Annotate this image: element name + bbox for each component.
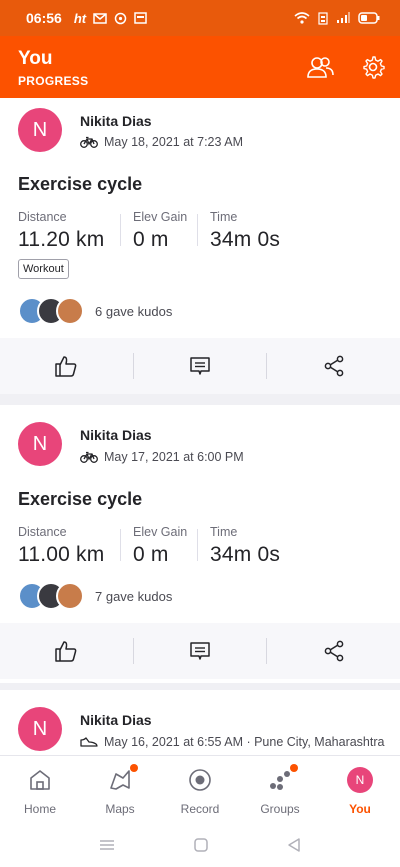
nav-record[interactable]: Record [160, 756, 240, 823]
notification-badge [130, 764, 138, 772]
stat-divider [197, 214, 198, 246]
nav-label: Home [23, 802, 56, 816]
nav-home[interactable]: Home [0, 756, 80, 823]
stat-divider [120, 214, 121, 246]
status-time: 06:56 [26, 10, 62, 26]
athlete-name[interactable]: Nikita Dias [80, 113, 152, 129]
nav-groups[interactable]: Groups [240, 756, 320, 823]
comment-icon [190, 642, 210, 660]
comment-button[interactable] [134, 338, 267, 394]
kudos-button[interactable] [0, 338, 133, 394]
system-nav-bar [0, 823, 400, 867]
groups-icon [270, 771, 290, 790]
stat-elev-gain: Elev Gain 0 m [133, 210, 188, 251]
activity-meta: May 18, 2021 at 7:23 AM [80, 135, 243, 149]
kudos-avatar [56, 582, 84, 610]
activity-card[interactable]: N Nikita Dias May 16, 2021 at 6:55 AM · … [0, 690, 400, 755]
record-icon [189, 769, 211, 791]
share-icon [324, 640, 344, 662]
thumbs-up-icon [55, 356, 77, 377]
stat-divider [197, 529, 198, 561]
activity-date: May 17, 2021 at 6:00 PM [104, 450, 244, 464]
stat-distance: Distance 11.20 km [18, 210, 105, 251]
stat-time: Time 34m 0s [210, 210, 281, 251]
tab-progress[interactable]: PROGRESS [18, 74, 88, 88]
bicycle-icon [80, 136, 98, 148]
app-header: You PROGRESS [0, 36, 400, 98]
athlete-name[interactable]: Nikita Dias [80, 427, 152, 443]
athlete-avatar[interactable]: N [18, 422, 62, 466]
kudos-count[interactable]: 6 gave kudos [95, 304, 172, 319]
nav-maps[interactable]: Maps [80, 756, 160, 823]
people-icon [307, 57, 334, 78]
activity-actions [0, 338, 400, 394]
activity-meta: May 16, 2021 at 6:55 AM · Pune City, Mah… [80, 735, 384, 749]
menu-icon[interactable] [98, 838, 116, 852]
bicycle-icon [80, 451, 98, 463]
activity-feed[interactable]: N Nikita Dias May 18, 2021 at 7:23 AM Ex… [0, 98, 400, 755]
map-icon [110, 770, 130, 790]
notification-badge [290, 764, 298, 772]
nav-you[interactable]: N You [320, 756, 400, 823]
share-button[interactable] [267, 338, 400, 394]
app-notification-icon [114, 12, 127, 24]
activity-title[interactable]: Exercise cycle [18, 174, 142, 195]
athlete-avatar[interactable]: N [18, 707, 62, 751]
gear-icon [363, 56, 385, 79]
activity-title[interactable]: Exercise cycle [18, 489, 142, 510]
kudos-avatar [56, 297, 84, 325]
activity-date: May 18, 2021 at 7:23 AM [104, 135, 243, 149]
ht-app-icon: ht [73, 10, 87, 26]
kudos-row[interactable]: 6 gave kudos [18, 297, 172, 325]
stat-time: Time 34m 0s [210, 525, 281, 566]
kudos-count[interactable]: 7 gave kudos [95, 589, 172, 604]
workout-tag: Workout [18, 259, 69, 279]
volte-icon [318, 11, 328, 25]
activity-card[interactable]: N Nikita Dias May 18, 2021 at 7:23 AM Ex… [0, 98, 400, 394]
kudos-button[interactable] [0, 623, 133, 679]
signal-icon [337, 12, 350, 23]
thumbs-up-icon [55, 641, 77, 662]
stat-divider [120, 529, 121, 561]
shoe-icon [80, 737, 98, 747]
activity-card[interactable]: N Nikita Dias May 17, 2021 at 6:00 PM Ex… [0, 405, 400, 683]
back-icon[interactable] [286, 837, 302, 853]
athlete-name[interactable]: Nikita Dias [80, 712, 152, 728]
status-bar: 06:56 ht [0, 0, 400, 36]
share-button[interactable] [267, 623, 400, 679]
mail-icon [93, 12, 107, 24]
activity-meta: May 17, 2021 at 6:00 PM [80, 450, 244, 464]
page-title: You [18, 48, 53, 69]
stat-distance: Distance 11.00 km [18, 525, 105, 566]
nav-label: You [349, 802, 371, 816]
home-icon [30, 770, 50, 790]
find-friends-button[interactable] [305, 52, 335, 82]
athlete-avatar[interactable]: N [18, 108, 62, 152]
wifi-icon [294, 12, 310, 24]
nav-label: Record [180, 802, 220, 816]
activity-actions [0, 623, 400, 679]
battery-icon [358, 12, 380, 24]
avatar: N [347, 767, 373, 793]
comment-button[interactable] [134, 623, 267, 679]
nav-label: Groups [260, 802, 300, 816]
bottom-nav: Home Maps Record Groups N You [0, 755, 400, 823]
activity-date: May 16, 2021 at 6:55 AM · Pune City, Mah… [104, 735, 385, 749]
nav-label: Maps [105, 802, 135, 816]
kudos-row[interactable]: 7 gave kudos [18, 582, 172, 610]
share-icon [324, 355, 344, 377]
stat-elev-gain: Elev Gain 0 m [133, 525, 188, 566]
home-square-icon[interactable] [193, 837, 209, 853]
gallery-icon [134, 12, 147, 24]
settings-button[interactable] [358, 52, 388, 82]
comment-icon [190, 357, 210, 375]
